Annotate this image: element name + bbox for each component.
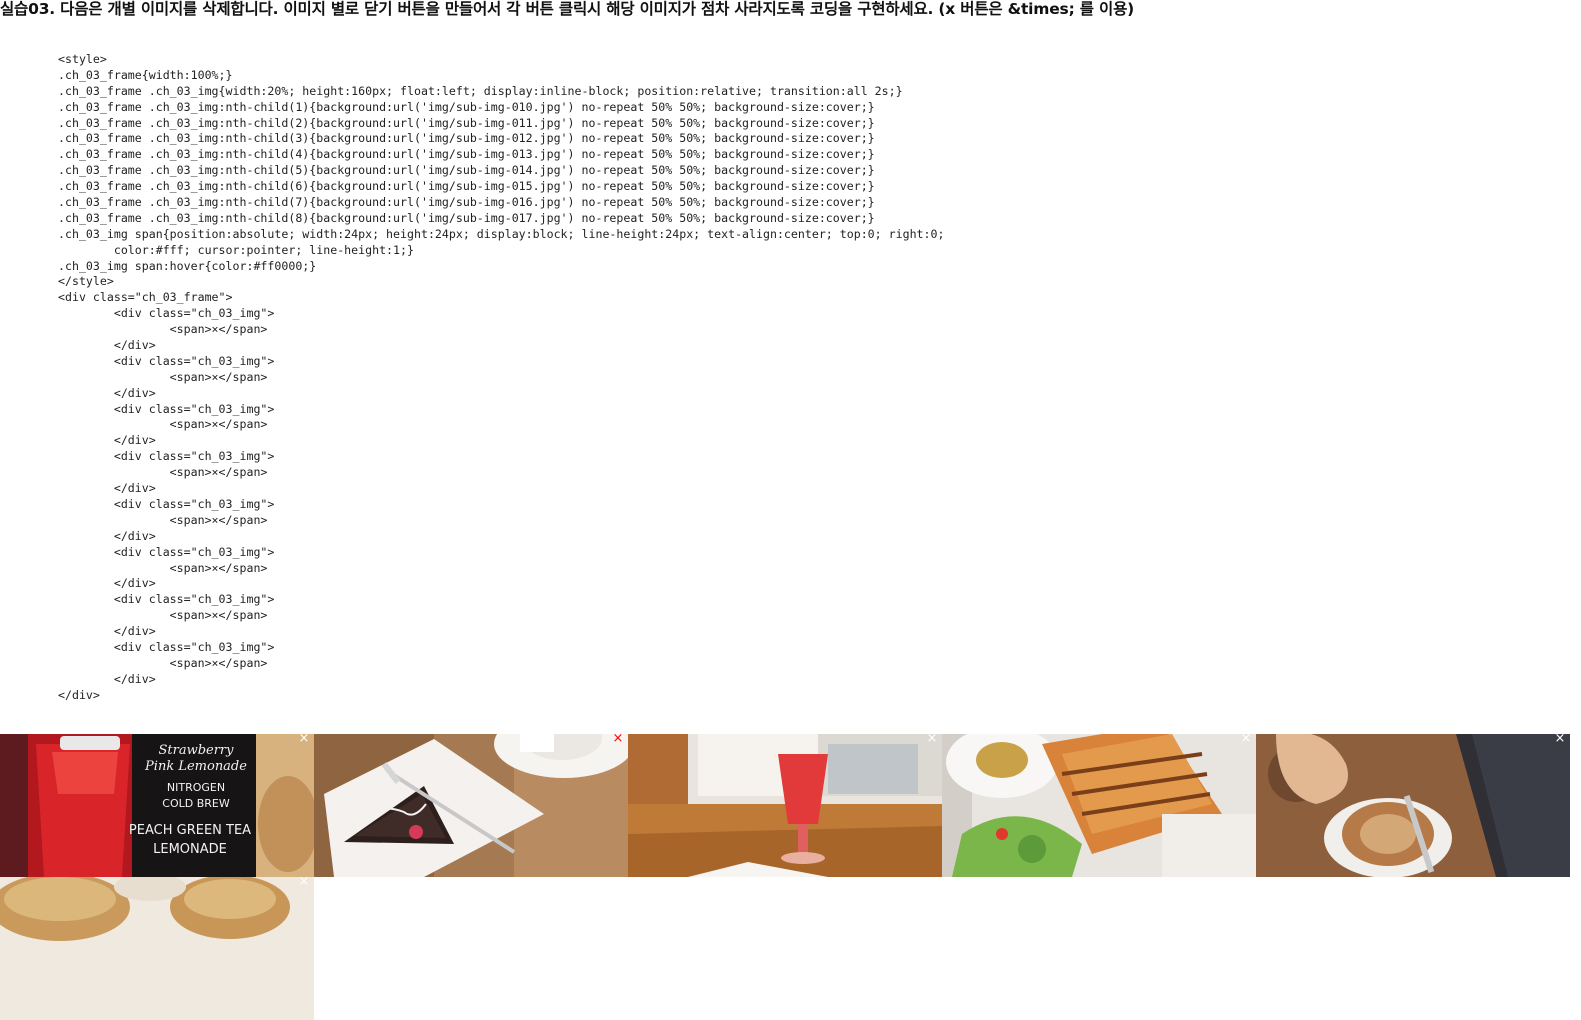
- code-line: <div class="ch_03_img">: [58, 353, 275, 368]
- code-line: .ch_03_frame{width:100%;}: [58, 67, 233, 82]
- code-line: </div>: [58, 338, 156, 353]
- close-button[interactable]: ×: [297, 734, 311, 747]
- code-line: <div class="ch_03_img">: [58, 401, 275, 416]
- code-line: .ch_03_img span:hover{color:#ff0000;}: [58, 258, 317, 273]
- strawberry-lemonade-photo: Strawberry Pink Lemonade NITROGEN COLD B…: [0, 734, 314, 877]
- gallery-image-scones: ×: [0, 877, 314, 1020]
- code-line: <div class="ch_03_img">: [58, 306, 275, 321]
- latte-photo: [1256, 734, 1570, 877]
- sign-line-1: Strawberry: [158, 743, 234, 758]
- panini-photo: [942, 734, 1256, 877]
- code-line: <div class="ch_03_img">: [58, 449, 275, 464]
- code-line: </div>: [58, 385, 156, 400]
- code-line: <span>×</span>: [58, 322, 268, 337]
- gallery-image-strawberry-lemonade: Strawberry Pink Lemonade NITROGEN COLD B…: [0, 734, 314, 877]
- code-line: </div>: [58, 687, 100, 702]
- code-line: <span>×</span>: [58, 512, 268, 527]
- task-title: 실습03. 다음은 개별 이미지를 삭제합니다. 이미지 별로 닫기 버튼을 만…: [0, 0, 1135, 18]
- sign-line-5: PEACH GREEN TEA: [129, 823, 251, 838]
- code-line: .ch_03_img span{position:absolute; width…: [58, 226, 945, 241]
- code-line: .ch_03_frame .ch_03_img:nth-child(6){bac…: [58, 179, 875, 194]
- gallery-image-panini: ×: [942, 734, 1256, 877]
- code-line: .ch_03_frame .ch_03_img{width:20%; heigh…: [58, 83, 903, 98]
- close-button[interactable]: ×: [1553, 734, 1567, 747]
- sign-line-3: NITROGEN: [167, 781, 225, 794]
- code-line: </div>: [58, 671, 156, 686]
- code-line: </div>: [58, 481, 156, 496]
- code-line: </div>: [58, 433, 156, 448]
- code-line: .ch_03_frame .ch_03_img:nth-child(3){bac…: [58, 131, 875, 146]
- sign-line-2: Pink Lemonade: [144, 759, 247, 774]
- code-listing: <style> .ch_03_frame{width:100%;} .ch_03_f…: [58, 52, 944, 704]
- code-line: .ch_03_frame .ch_03_img:nth-child(8){bac…: [58, 210, 875, 225]
- code-line: <div class="ch_03_img">: [58, 639, 275, 654]
- code-line: </div>: [58, 576, 156, 591]
- close-button[interactable]: ×: [297, 877, 311, 890]
- close-button[interactable]: ×: [925, 734, 939, 747]
- code-line: <span>×</span>: [58, 417, 268, 432]
- close-button[interactable]: ×: [1239, 734, 1253, 747]
- code-line: .ch_03_frame .ch_03_img:nth-child(7){bac…: [58, 195, 875, 210]
- code-line: </div>: [58, 624, 156, 639]
- code-line: <span>×</span>: [58, 465, 268, 480]
- gallery-image-latte: ×: [1256, 734, 1570, 877]
- code-line: </div>: [58, 528, 156, 543]
- scones-photo: [0, 877, 314, 1020]
- code-line: <div class="ch_03_img">: [58, 592, 275, 607]
- code-line: color:#fff; cursor:pointer; line-height:…: [58, 242, 414, 257]
- code-line: <span>×</span>: [58, 560, 268, 575]
- sign-line-6: LEMONADE: [153, 842, 227, 857]
- gallery-image-chocolate-cake: ×: [314, 734, 628, 877]
- code-line: <style>: [58, 52, 107, 66]
- code-line: .ch_03_frame .ch_03_img:nth-child(2){bac…: [58, 115, 875, 130]
- sign-line-4: COLD BREW: [162, 797, 230, 810]
- code-line: <span>×</span>: [58, 608, 268, 623]
- code-line: <div class="ch_03_img">: [58, 544, 275, 559]
- code-line: <span>×</span>: [58, 369, 268, 384]
- code-line: .ch_03_frame .ch_03_img:nth-child(1){bac…: [58, 99, 875, 114]
- code-line: .ch_03_frame .ch_03_img:nth-child(5){bac…: [58, 163, 875, 178]
- chocolate-cake-photo: [314, 734, 628, 877]
- code-line: <span>×</span>: [58, 655, 268, 670]
- gallery-image-red-soda: ×: [628, 734, 942, 877]
- code-line: <div class="ch_03_frame">: [58, 290, 233, 305]
- close-button[interactable]: ×: [611, 734, 625, 747]
- red-soda-photo: [628, 734, 942, 877]
- code-line: .ch_03_frame .ch_03_img:nth-child(4){bac…: [58, 147, 875, 162]
- code-line: <div class="ch_03_img">: [58, 496, 275, 511]
- code-line: </style>: [58, 274, 114, 289]
